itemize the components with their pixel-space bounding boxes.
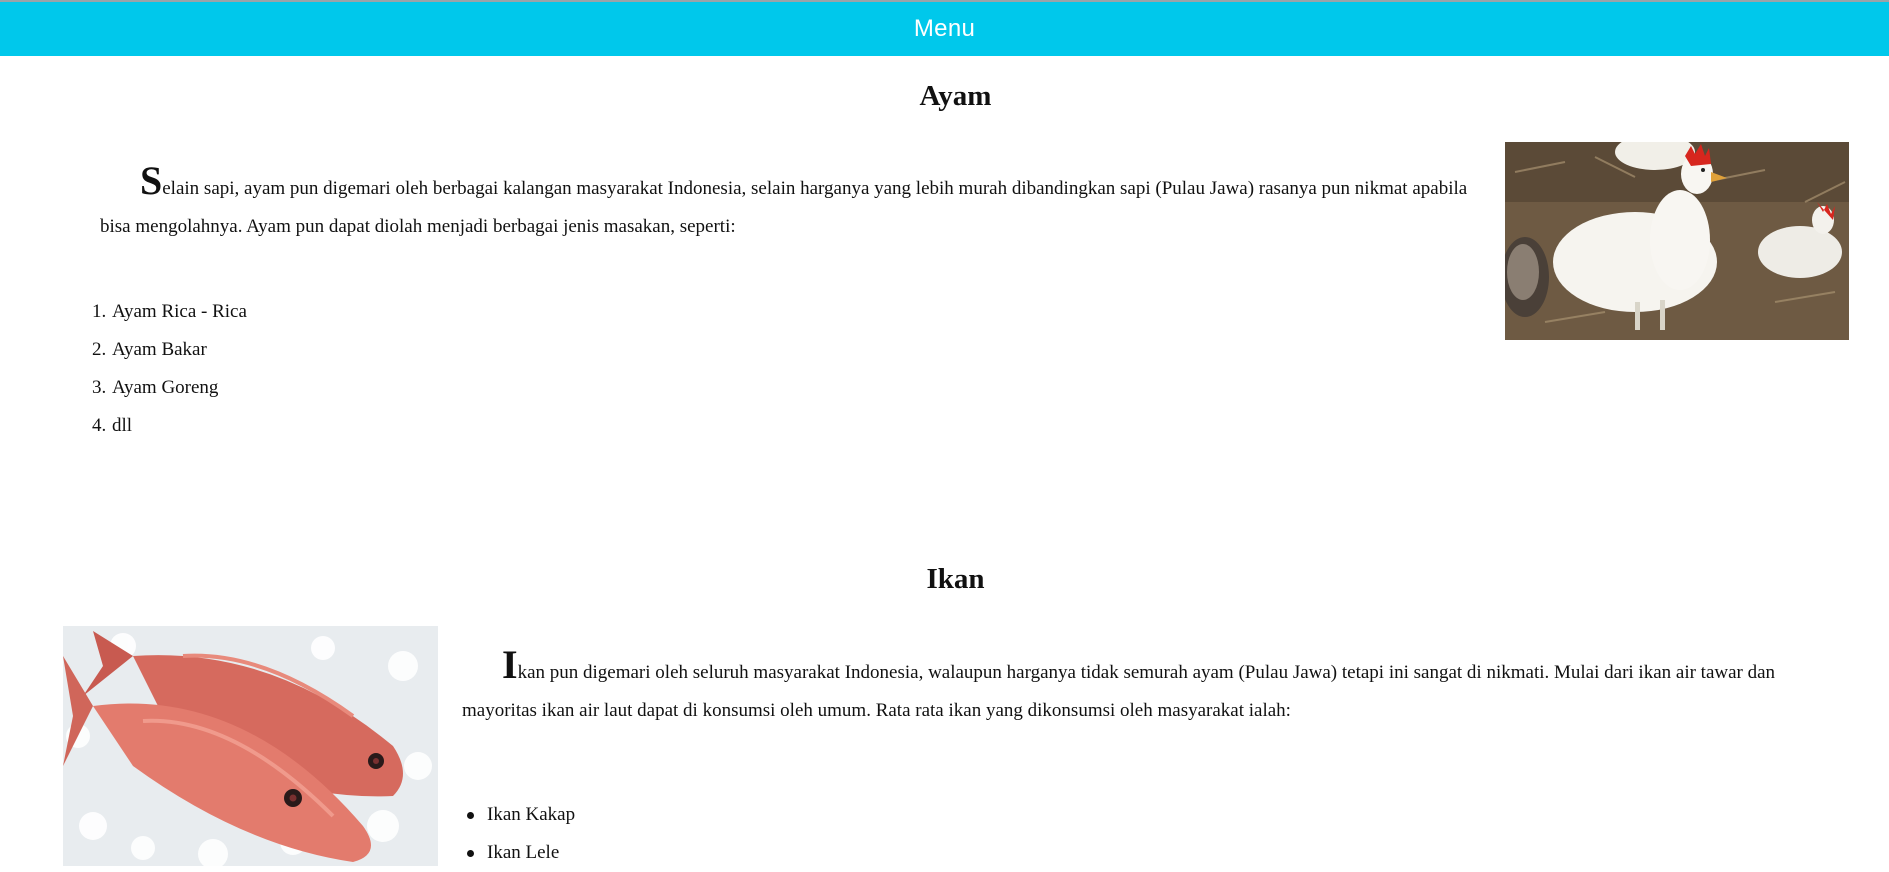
paragraph-text: elain sapi, ayam pun digemari oleh berba… <box>100 178 1468 237</box>
dish-list: 1. Ayam Rica - Rica 2. Ayam Bakar 3. Ayam G… <box>92 293 247 445</box>
list-item: 4. dll <box>92 415 133 436</box>
dropcap-letter: S <box>140 158 163 203</box>
menu-bar[interactable]: Menu <box>0 2 1889 56</box>
menu-label[interactable]: Menu <box>914 15 975 43</box>
bullet-icon <box>467 850 474 857</box>
section-title: Ikan <box>926 563 985 595</box>
paragraph-text: kan pun digemari oleh seluruh masyarakat… <box>462 662 1776 721</box>
chicken-photo <box>1505 142 1849 340</box>
list-item: 3. Ayam Goreng <box>92 377 219 398</box>
section-paragraph: Selain sapi, ayam pun digemari oleh berb… <box>100 161 1478 246</box>
list-item: 1. Ayam Rica - Rica <box>92 301 247 322</box>
fish-list: Ikan Kakap Ikan Lele <box>466 796 575 872</box>
list-item: Ikan Lele <box>466 834 575 872</box>
section-title: Ayam <box>919 80 992 112</box>
section-paragraph: Ikan pun digemari oleh seluruh masyaraka… <box>462 645 1812 730</box>
fish-photo <box>63 626 438 866</box>
dropcap-letter: I <box>502 642 518 687</box>
list-item: 2. Ayam Bakar <box>92 339 207 360</box>
list-item: Ikan Kakap <box>466 796 575 834</box>
bullet-icon <box>467 812 474 819</box>
